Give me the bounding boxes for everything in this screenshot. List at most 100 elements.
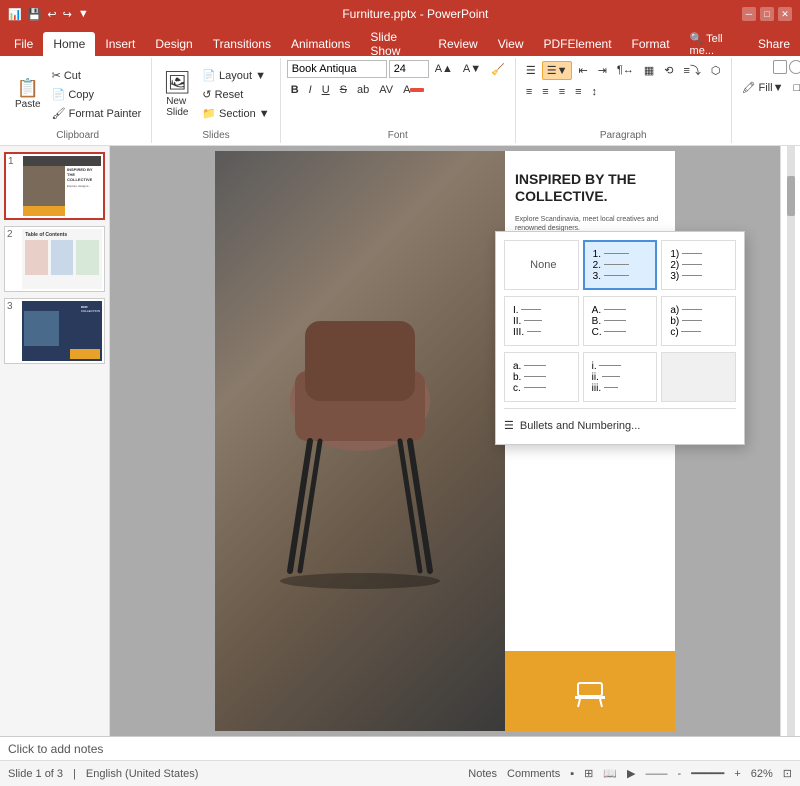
tab-pdfelement[interactable]: PDFElement <box>534 32 622 56</box>
italic-button[interactable]: I <box>305 82 316 98</box>
line-spacing-button[interactable]: ↕ <box>588 84 602 100</box>
tab-design[interactable]: Design <box>145 32 202 56</box>
bold-button[interactable]: B <box>287 82 303 98</box>
text-direction-button[interactable]: ⟲ <box>660 62 677 79</box>
bullets-button[interactable]: ☰ <box>522 62 540 79</box>
slide-panel: 1 INSPIRED BYTHE COLLECTIVE Explore desi… <box>0 146 110 736</box>
font-name-input[interactable] <box>287 60 387 78</box>
list-option-none[interactable]: None <box>504 240 579 290</box>
opt-a2: B. <box>592 316 626 327</box>
shape-2[interactable] <box>789 60 800 74</box>
strikethrough-button[interactable]: S <box>336 82 351 98</box>
list-option-alpha-lower[interactable]: a. b. c. <box>504 352 579 402</box>
tab-transitions[interactable]: Transitions <box>203 32 281 56</box>
clear-format-button[interactable]: 🧹 <box>487 61 509 78</box>
tab-view[interactable]: View <box>488 32 534 56</box>
format-painter-button[interactable]: 🖌 Format Painter <box>48 105 146 122</box>
decrease-font-button[interactable]: A▼ <box>459 61 485 77</box>
cut-button[interactable]: ✂ Cut <box>48 67 146 84</box>
char-spacing-button[interactable]: AV <box>375 82 397 98</box>
zoom-out-button[interactable]: - <box>678 768 682 780</box>
view-slide-sorter-button[interactable]: ⊞ <box>584 767 593 780</box>
slide-thumb-1[interactable]: 1 INSPIRED BYTHE COLLECTIVE Explore desi… <box>4 152 105 220</box>
numbering-button[interactable]: ☰▼ <box>542 61 573 80</box>
list-option-123[interactable]: 1. 2. 3. <box>583 240 658 290</box>
align-center-button[interactable]: ≡ <box>538 84 552 100</box>
rtl-button[interactable]: ¶↔ <box>613 62 638 78</box>
align-left-button[interactable]: ≡ <box>522 84 536 100</box>
list-option-paren123[interactable]: 1) 2) 3) <box>661 240 736 290</box>
paragraph-controls: ☰ ☰▼ ⇤ ⇥ ¶↔ ▦ ⟲ ≡⤵ ⬡ ≡ ≡ ≡ ≡ ↕ <box>522 60 725 128</box>
tab-slideshow[interactable]: Slide Show <box>360 32 428 56</box>
decrease-indent-button[interactable]: ⇤ <box>574 62 591 79</box>
ribbon-tabs: File Home Insert Design Transitions Anim… <box>0 28 800 56</box>
new-slide-button[interactable]: 🖼 NewSlide <box>158 67 196 121</box>
shadow-button[interactable]: ab <box>353 82 373 98</box>
maximize-button[interactable]: □ <box>760 7 774 21</box>
quick-access-undo[interactable]: ↩ <box>47 8 56 21</box>
slide-canvas: INSPIRED BY THE COLLECTIVE. Explore Scan… <box>110 146 780 736</box>
list-option-roman-upper[interactable]: I. II. III. <box>504 296 579 346</box>
opt-lp1: a) <box>670 305 702 316</box>
close-button[interactable]: ✕ <box>778 7 792 21</box>
opt-r1: I. <box>513 305 541 316</box>
comments-button[interactable]: Comments <box>507 768 560 780</box>
opt-al3: c. <box>513 383 546 394</box>
align-right-button[interactable]: ≡ <box>555 84 569 100</box>
minimize-button[interactable]: ─ <box>742 7 756 21</box>
zoom-slider[interactable]: ━━━━━ <box>691 767 724 780</box>
fit-to-window-button[interactable]: ⊡ <box>783 767 792 780</box>
dropdown-grid-middle: I. II. III. A. B. C. a) b) c) <box>504 296 736 346</box>
chair-svg <box>260 281 460 601</box>
vertical-scrollbar[interactable] <box>787 146 795 736</box>
shape-1[interactable] <box>773 60 787 74</box>
increase-font-button[interactable]: A▲ <box>431 61 457 77</box>
increase-indent-button[interactable]: ⇥ <box>594 62 611 79</box>
columns-button[interactable]: ▦ <box>640 62 658 79</box>
tab-tellme[interactable]: 🔍 Tell me... <box>680 32 748 56</box>
reset-button[interactable]: ↺ Reset <box>198 86 273 103</box>
tab-insert[interactable]: Insert <box>95 32 145 56</box>
bullets-and-numbering-button[interactable]: ☰ Bullets and Numbering... <box>504 415 736 436</box>
clipboard-label: Clipboard <box>56 128 99 141</box>
view-slideshow-button[interactable]: ▶ <box>627 767 635 780</box>
quick-access-redo[interactable]: ↪ <box>63 8 72 21</box>
list-option-alpha-upper[interactable]: A. B. C. <box>583 296 658 346</box>
notes-button[interactable]: Notes <box>468 768 497 780</box>
font-color-button[interactable]: A <box>399 82 428 98</box>
section-button[interactable]: 📁 Section ▼ <box>198 105 273 122</box>
list-option-roman-lower[interactable]: i. ii. iii. <box>583 352 658 402</box>
notes-bar[interactable]: Click to add notes <box>0 736 800 760</box>
list-option-alpha-lower-paren[interactable]: a) b) c) <box>661 296 736 346</box>
tab-file[interactable]: File <box>4 32 43 56</box>
copy-button[interactable]: 📄 Copy <box>48 86 146 103</box>
slides-label: Slides <box>202 128 229 141</box>
tab-home[interactable]: Home <box>43 32 95 56</box>
layout-button[interactable]: 📄 Layout ▼ <box>198 67 273 84</box>
shape-fill-button[interactable]: 🖍 Fill▼ <box>738 79 788 96</box>
font-size-input[interactable] <box>389 60 429 78</box>
zoom-in-button[interactable]: + <box>734 768 740 780</box>
slide-thumb-2[interactable]: 2 Table of Contents <box>4 226 105 292</box>
underline-button[interactable]: U <box>318 82 334 98</box>
justify-button[interactable]: ≡ <box>571 84 585 100</box>
smartart-button[interactable]: ⬡ <box>707 62 725 79</box>
scroll-thumb[interactable] <box>787 176 795 216</box>
view-reading-button[interactable]: 📖 <box>603 767 617 780</box>
quick-access-more[interactable]: ▼ <box>78 8 89 20</box>
slide-thumb-3[interactable]: 3 OUR COLLECTION <box>4 298 105 364</box>
slide-orange-bar <box>505 651 675 731</box>
shape-outline-button[interactable]: □ Outline▼ <box>789 79 800 96</box>
quick-access-save[interactable]: 💾 <box>28 8 42 21</box>
slides-buttons: 🖼 NewSlide 📄 Layout ▼ ↺ Reset 📁 Section … <box>158 60 273 128</box>
status-separator-2: —— <box>646 768 668 780</box>
tab-review[interactable]: Review <box>428 32 487 56</box>
align-text-button[interactable]: ≡⤵ <box>679 60 704 80</box>
tab-format[interactable]: Format <box>622 32 680 56</box>
paste-button[interactable]: 📋 Paste <box>10 75 46 113</box>
tab-animations[interactable]: Animations <box>281 32 360 56</box>
tab-share[interactable]: Share <box>748 32 800 56</box>
paste-icon: 📋 <box>17 78 39 99</box>
view-normal-button[interactable]: ▪ <box>570 768 574 780</box>
list-option-empty[interactable] <box>661 352 736 402</box>
